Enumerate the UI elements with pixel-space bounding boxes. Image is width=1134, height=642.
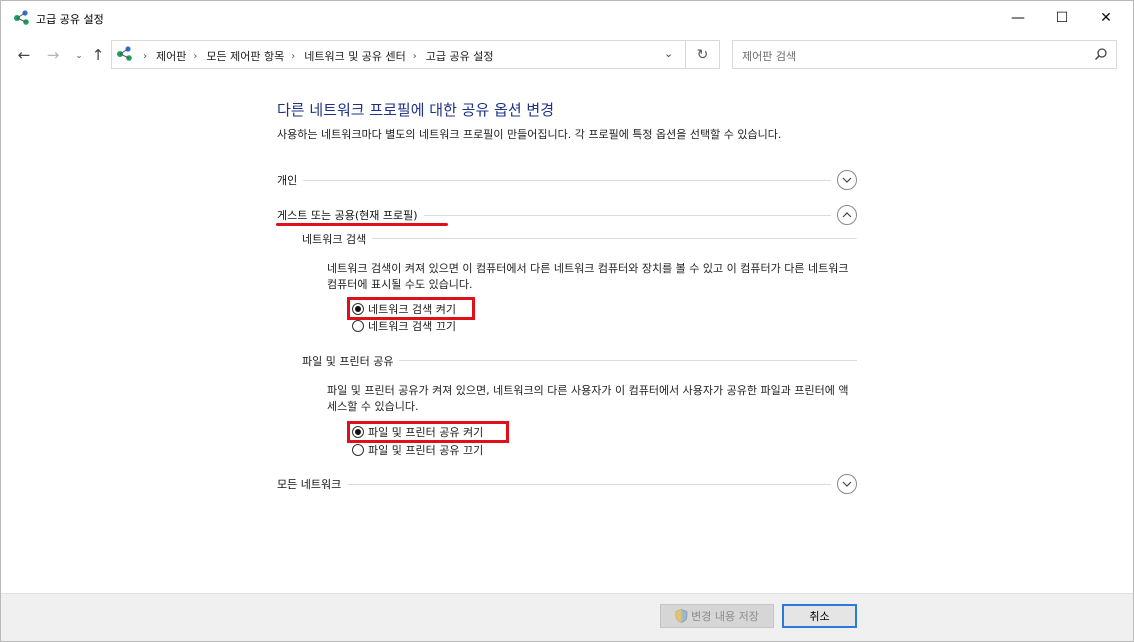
breadcrumb-separator[interactable]: ›	[143, 51, 147, 62]
refresh-button[interactable]: ↻	[686, 40, 720, 69]
window-title: 고급 공유 설정	[36, 13, 104, 26]
profile-label[interactable]: 개인	[277, 172, 304, 188]
highlight-underline	[276, 223, 448, 226]
breadcrumb-item[interactable]: 고급 공유 설정	[426, 48, 494, 64]
maximize-icon: ☐	[1055, 10, 1069, 26]
navigation-bar: ← → ⌄ ↑ › 제어판 › 모든 제어판 항목 › 네트워크 및 공유 센터…	[1, 37, 1133, 73]
close-button[interactable]: ✕	[1083, 1, 1129, 35]
cancel-label: 취소	[809, 610, 830, 623]
search-placeholder: 제어판 검색	[742, 50, 797, 63]
breadcrumb-item[interactable]: 모든 제어판 항목	[206, 48, 284, 64]
profile-section-private[interactable]: 개인	[277, 170, 857, 192]
network-discovery-description: 네트워크 검색이 켜져 있으면 이 컴퓨터에서 다른 네트워크 컴퓨터와 장치를…	[327, 262, 849, 291]
profile-label[interactable]: 모든 네트워크	[277, 476, 348, 492]
breadcrumb-separator[interactable]: ›	[413, 51, 417, 62]
network-discovery-header: 네트워크 검색	[302, 231, 857, 247]
file-sharing-label: 파일 및 프린터 공유	[302, 353, 400, 369]
collapse-button[interactable]	[837, 205, 857, 225]
arrow-up-icon: ↑	[91, 46, 105, 64]
divider	[277, 180, 831, 181]
expand-button[interactable]	[837, 170, 857, 190]
radio-file-sharing-off[interactable]: 파일 및 프린터 공유 끄기	[352, 442, 483, 458]
breadcrumb-item[interactable]: 네트워크 및 공유 센터	[304, 48, 406, 64]
save-changes-label: 변경 내용 저장	[691, 610, 759, 623]
refresh-icon: ↻	[696, 46, 709, 63]
search-input[interactable]: 제어판 검색	[732, 40, 1117, 69]
radio-label[interactable]: 파일 및 프린터 공유 끄기	[368, 442, 483, 458]
profile-section-all-networks[interactable]: 모든 네트워크	[277, 474, 857, 496]
radio-button[interactable]	[352, 320, 364, 332]
divider	[302, 238, 857, 239]
breadcrumb-separator[interactable]: ›	[291, 51, 295, 62]
divider	[277, 484, 831, 485]
footer-bar: 변경 내용 저장 취소	[1, 593, 1133, 641]
page-title: 다른 네트워크 프로필에 대한 공유 옵션 변경	[277, 101, 555, 119]
uac-shield-icon	[675, 609, 688, 623]
highlight-box	[347, 421, 509, 443]
arrow-left-icon: ←	[17, 46, 31, 64]
breadcrumb-item[interactable]: 제어판	[156, 48, 186, 64]
chevron-down-icon: ⌄	[75, 51, 83, 61]
chevron-up-icon	[842, 212, 852, 218]
breadcrumb: › 제어판 › 모든 제어판 항목 › 네트워크 및 공유 센터 › 고급 공유…	[136, 48, 494, 64]
radio-button[interactable]	[352, 444, 364, 456]
network-sharing-icon	[14, 10, 29, 25]
minimize-icon: —	[1011, 10, 1025, 26]
minimize-button[interactable]: —	[995, 1, 1041, 35]
up-button[interactable]: ↑	[89, 46, 107, 64]
back-button[interactable]: ←	[15, 46, 33, 64]
address-bar[interactable]: › 제어판 › 모든 제어판 항목 › 네트워크 및 공유 센터 › 고급 공유…	[111, 40, 686, 69]
network-sharing-icon	[117, 46, 132, 61]
breadcrumb-separator[interactable]: ›	[193, 51, 197, 62]
arrow-right-icon: →	[46, 46, 60, 64]
expand-button[interactable]	[837, 474, 857, 494]
recent-locations-button[interactable]: ⌄	[70, 47, 88, 65]
advanced-sharing-settings-window: 고급 공유 설정 — ☐ ✕ ← → ⌄ ↑ › 제어판 › 모든 제어판 항목…	[0, 0, 1134, 642]
save-changes-button[interactable]: 변경 내용 저장	[660, 604, 774, 628]
radio-network-discovery-off[interactable]: 네트워크 검색 끄기	[352, 318, 456, 334]
profile-label[interactable]: 게스트 또는 공용(현재 프로필)	[277, 207, 424, 223]
chevron-down-icon	[842, 177, 852, 183]
title-bar: 고급 공유 설정 — ☐ ✕	[1, 1, 1133, 35]
intro-text: 사용하는 네트워크마다 별도의 네트워크 프로필이 만들어집니다. 각 프로필에…	[277, 128, 782, 141]
address-dropdown-icon[interactable]: ⌄	[664, 47, 673, 60]
search-icon[interactable]	[1094, 47, 1108, 61]
main-content: 다른 네트워크 프로필에 대한 공유 옵션 변경 사용하는 네트워크마다 별도의…	[1, 75, 1133, 591]
file-sharing-header: 파일 및 프린터 공유	[302, 353, 857, 369]
close-icon: ✕	[1100, 10, 1112, 26]
maximize-button[interactable]: ☐	[1039, 1, 1085, 35]
file-sharing-description: 파일 및 프린터 공유가 켜져 있으면, 네트워크의 다른 사용자가 이 컴퓨터…	[327, 384, 849, 413]
cancel-button[interactable]: 취소	[782, 604, 857, 628]
forward-button[interactable]: →	[44, 46, 62, 64]
radio-label[interactable]: 네트워크 검색 끄기	[368, 318, 456, 334]
highlight-box	[347, 297, 475, 320]
network-discovery-label: 네트워크 검색	[302, 231, 373, 247]
chevron-down-icon	[842, 481, 852, 487]
